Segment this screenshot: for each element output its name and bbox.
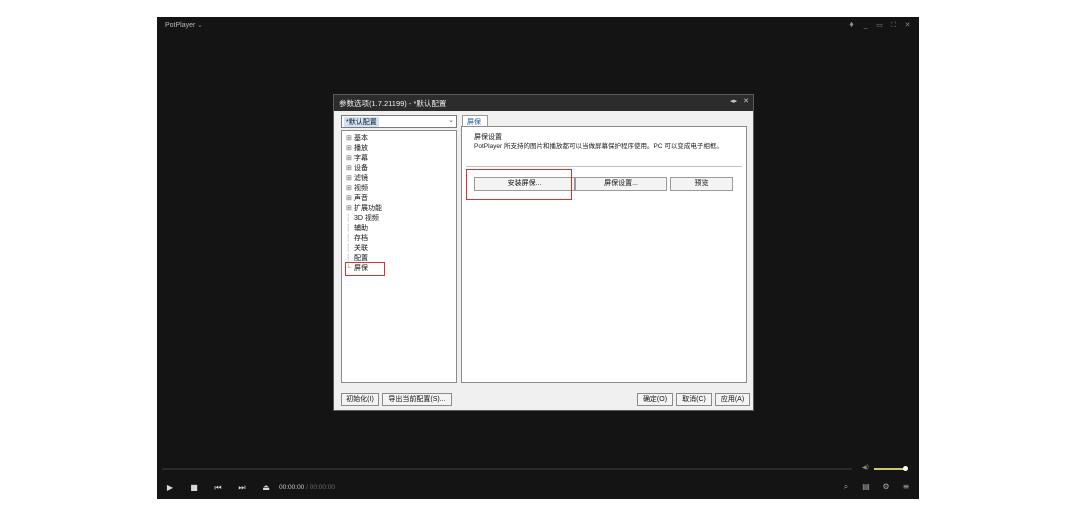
- close-icon[interactable]: ✕: [904, 21, 911, 30]
- menu-icon[interactable]: ≡: [901, 482, 911, 492]
- tree-item-extensions[interactable]: ⊞ 扩展功能: [346, 203, 382, 213]
- group-label: 屏保设置: [474, 134, 502, 141]
- volume-track[interactable]: [874, 468, 906, 470]
- tree-item-subtitles[interactable]: ⊞ 字幕: [346, 153, 368, 163]
- preset-select[interactable]: *默认配置 ⌄: [341, 115, 457, 128]
- apply-button[interactable]: 应用(A): [715, 393, 750, 406]
- time-display: 00:00:00 / 00:00:00: [279, 484, 335, 491]
- dialog-controls: ◂▸ ✕: [730, 97, 749, 105]
- window-controls: ♦ _ ▭ ⛶ ✕: [848, 21, 911, 30]
- expand-icon[interactable]: ⊞: [346, 174, 354, 182]
- close-icon[interactable]: ✕: [743, 97, 749, 105]
- chevron-down-icon[interactable]: ⌄: [448, 116, 454, 124]
- init-button[interactable]: 初始化(I): [341, 393, 379, 406]
- prev-icon[interactable]: ⏮: [213, 483, 223, 493]
- volume-thumb[interactable]: [903, 465, 908, 471]
- next-icon[interactable]: ⏭: [237, 483, 247, 493]
- fullscreen-icon[interactable]: ⛶: [890, 21, 897, 30]
- export-config-button[interactable]: 导出当前配置(S)...: [382, 393, 452, 406]
- expand-icon[interactable]: ⊞: [346, 134, 354, 142]
- tree-item-playback[interactable]: ⊞ 播放: [346, 143, 368, 153]
- eject-icon[interactable]: ⏏: [261, 483, 271, 493]
- tree-item-devices[interactable]: ⊞ 设备: [346, 163, 368, 173]
- expand-icon[interactable]: ⊞: [346, 144, 354, 152]
- description-text: PotPlayer 所支持的图片和播放都可以当做屏幕保护程序使用。PC 可以变成…: [474, 143, 723, 150]
- screensaver-panel: 屏保设置 PotPlayer 所支持的图片和播放都可以当做屏幕保护程序使用。PC…: [461, 126, 747, 383]
- right-controls: ⌕ ▤ ⚙ ≡: [841, 482, 911, 492]
- tree-item-association[interactable]: ┆ 关联: [346, 243, 368, 253]
- volume-control[interactable]: ◀): [862, 464, 912, 472]
- app-title[interactable]: PotPlayer: [165, 22, 195, 29]
- tree-item-3d-video[interactable]: ┆ 3D 视频: [346, 213, 379, 223]
- time-separator: /: [306, 484, 308, 491]
- playlist-icon[interactable]: ▤: [861, 482, 871, 492]
- tree-item-archive[interactable]: ┆ 存档: [346, 233, 368, 243]
- dialog-title-bar[interactable]: 参数选项(1.7.21199) - *默认配置 ◂▸ ✕: [334, 95, 753, 111]
- playback-controls: ▶ ■ ⏮ ⏭ ⏏: [165, 483, 271, 493]
- settings-icon[interactable]: ⚙: [881, 482, 891, 492]
- dialog-title: 参数选项(1.7.21199) - *默认配置: [339, 99, 447, 108]
- highlight-box-screensaver: [345, 262, 385, 276]
- tree-item-basic[interactable]: ⊞ 基本: [346, 133, 368, 143]
- cancel-button[interactable]: 取消(C): [676, 393, 712, 406]
- time-current: 00:00:00: [279, 484, 305, 491]
- expand-icon[interactable]: ⊞: [346, 154, 354, 162]
- pin-icon[interactable]: ◂▸: [730, 97, 737, 105]
- preview-button[interactable]: 预览: [670, 177, 733, 191]
- highlight-box-install: [466, 169, 572, 200]
- divider: [466, 166, 742, 167]
- tree-item-audio[interactable]: ⊞ 声音: [346, 193, 368, 203]
- tree-item-video[interactable]: ⊞ 视频: [346, 183, 368, 193]
- pin-icon[interactable]: ♦: [848, 21, 855, 30]
- 3d-icon[interactable]: ⌕: [841, 482, 851, 492]
- tree-item-assist[interactable]: ┆ 辅助: [346, 223, 368, 233]
- screensaver-settings-button[interactable]: 屏保设置...: [575, 177, 667, 191]
- settings-tree: ⊞ 基本 ⊞ 播放 ⊞ 字幕 ⊞ 设备 ⊞ 滤镜 ⊞ 视频 ⊞ 声音 ⊞ 扩展功能 ┆ 3D 视频…: [341, 130, 457, 383]
- preferences-dialog: 参数选项(1.7.21199) - *默认配置 ◂▸ ✕ *默认配置 ⌄ ⊞ 基本…: [333, 94, 754, 411]
- ok-button[interactable]: 确定(O): [637, 393, 673, 406]
- potplayer-window: PotPlayer ⌄ ♦ _ ▭ ⛶ ✕ 参数选项(1.7.21199) - …: [157, 17, 919, 499]
- maximize-icon[interactable]: ▭: [876, 21, 883, 30]
- seek-bar[interactable]: [162, 468, 852, 470]
- minimize-icon[interactable]: _: [862, 21, 869, 30]
- stop-icon[interactable]: ■: [189, 483, 199, 493]
- speaker-icon[interactable]: ◀): [862, 464, 869, 471]
- play-icon[interactable]: ▶: [165, 483, 175, 493]
- expand-icon[interactable]: ⊞: [346, 194, 354, 202]
- tree-item-filters[interactable]: ⊞ 滤镜: [346, 173, 368, 183]
- expand-icon[interactable]: ⊞: [346, 164, 354, 172]
- chevron-down-icon[interactable]: ⌄: [197, 21, 203, 29]
- preset-value: *默认配置: [344, 117, 379, 127]
- title-bar: PotPlayer ⌄ ♦ _ ▭ ⛶ ✕: [157, 17, 919, 37]
- time-total: 00:00:00: [309, 484, 336, 491]
- expand-icon[interactable]: ⊞: [346, 184, 354, 192]
- expand-icon[interactable]: ⊞: [346, 204, 354, 212]
